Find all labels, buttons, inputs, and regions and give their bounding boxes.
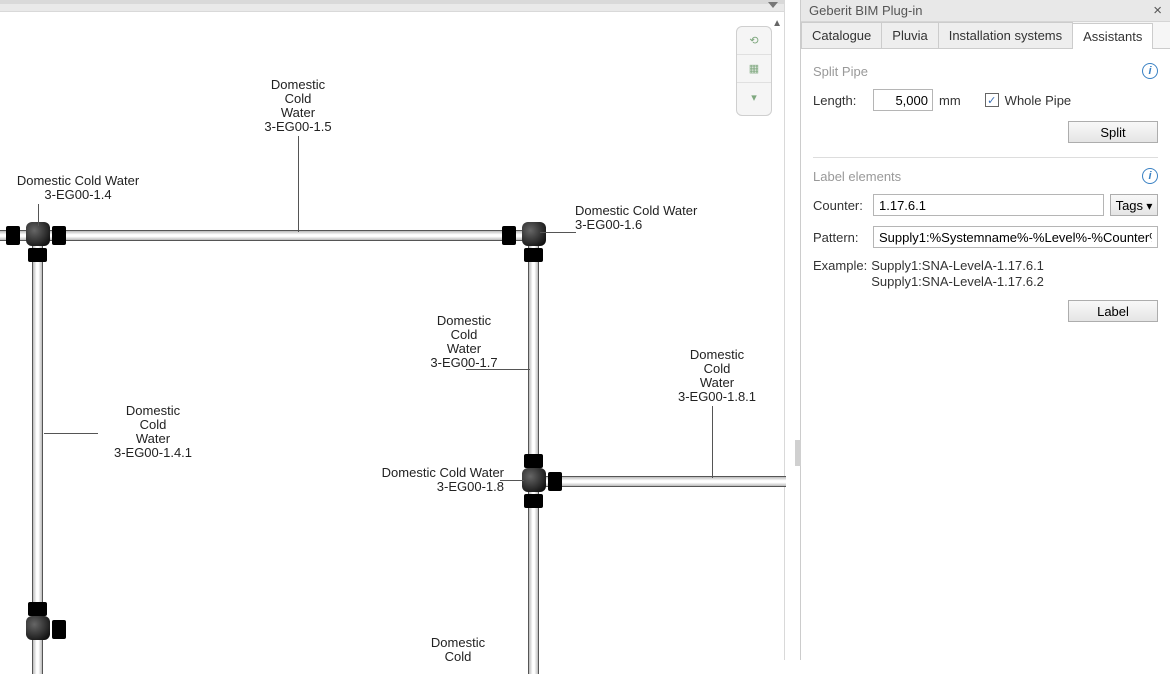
panel-titlebar[interactable]: Geberit BIM Plug-in × [801,0,1170,22]
panel-title-text: Geberit BIM Plug-in [809,3,922,18]
length-row: Length: mm ✓ Whole Pipe [813,89,1158,111]
pipe[interactable] [0,230,540,241]
pipe-label: DomesticColdWater3-EG00-1.8.1 [662,348,772,404]
example-values: Supply1:SNA-LevelA-1.17.6.1 Supply1:SNA-… [871,258,1044,290]
pipe-tee-fitting[interactable] [522,468,546,492]
pipe-socket [28,248,47,262]
pipe-socket [28,602,47,616]
leader-line [44,433,98,434]
pipe-socket [524,494,543,508]
pipe-socket [6,226,20,245]
pipe-socket [502,226,516,245]
counter-row: Counter: Tags ▾ [813,194,1158,216]
pipe-socket [52,620,66,639]
split-button[interactable]: Split [1068,121,1158,143]
pipe-label: Domestic Cold Water3-EG00-1.4 [3,174,153,202]
tab-installation-systems[interactable]: Installation systems [938,22,1073,48]
tab-assistants[interactable]: Assistants [1072,23,1153,49]
leader-line [712,406,713,478]
counter-input[interactable] [873,194,1104,216]
tab-catalogue[interactable]: Catalogue [801,22,882,48]
section-divider [813,157,1158,158]
panel-body: Split Pipe i Length: mm ✓ Whole Pipe Spl… [801,49,1170,661]
whole-pipe-checkbox[interactable]: ✓ [985,93,999,107]
leader-line [298,136,299,232]
pipe-elbow-fitting[interactable] [26,616,50,640]
tab-pluvia[interactable]: Pluvia [881,22,938,48]
leader-line [540,232,576,233]
label-elements-heading: Label elements i [813,168,1158,184]
length-input[interactable] [873,89,933,111]
label-button[interactable]: Label [1068,300,1158,322]
pipe-label: DomesticColdWater3-EG00-1.7 [414,314,514,370]
pipe-socket [524,248,543,262]
viewport-ribbon-collapse[interactable] [0,4,784,12]
pipe-socket [524,454,543,468]
leader-line [466,369,530,370]
whole-pipe-label: Whole Pipe [1005,93,1071,108]
pattern-label: Pattern: [813,230,867,245]
info-icon[interactable]: i [1142,168,1158,184]
plugin-panel: Geberit BIM Plug-in × Catalogue Pluvia I… [800,0,1170,660]
length-label: Length: [813,93,867,108]
pattern-row: Pattern: [813,226,1158,248]
example-row: Example: Supply1:SNA-LevelA-1.17.6.1 Sup… [813,258,1158,290]
counter-label: Counter: [813,198,867,213]
leader-line [500,480,524,481]
info-icon[interactable]: i [1142,63,1158,79]
pipe-label: Domestic Cold Water3-EG00-1.8 [364,466,504,494]
pipe-socket [548,472,562,491]
tags-button[interactable]: Tags ▾ [1110,194,1158,216]
cad-viewport[interactable]: ▲ ⟲ ▦ ▾ Domestic Cold Water3-EG00-1.4 [0,0,785,660]
pipe-label: DomesticColdWater3-EG00-1.4.1 [98,404,208,460]
drawing-canvas[interactable]: Domestic Cold Water3-EG00-1.4 DomesticCo… [0,16,784,660]
close-icon[interactable]: × [1153,2,1162,19]
split-pipe-heading: Split Pipe i [813,63,1158,79]
example-label: Example: [813,258,867,290]
pipe-elbow-fitting[interactable] [522,222,546,246]
panel-resize-handle[interactable] [795,440,801,466]
pipe-label: Domestic Cold Water3-EG00-1.6 [575,204,715,232]
leader-line [38,204,39,226]
length-unit: mm [939,93,961,108]
pipe-socket [52,226,66,245]
tab-strip: Catalogue Pluvia Installation systems As… [801,22,1170,49]
pipe[interactable] [538,476,786,487]
pattern-input[interactable] [873,226,1158,248]
pipe-label: DomesticColdWater3-EG00-1.5 [248,78,348,134]
